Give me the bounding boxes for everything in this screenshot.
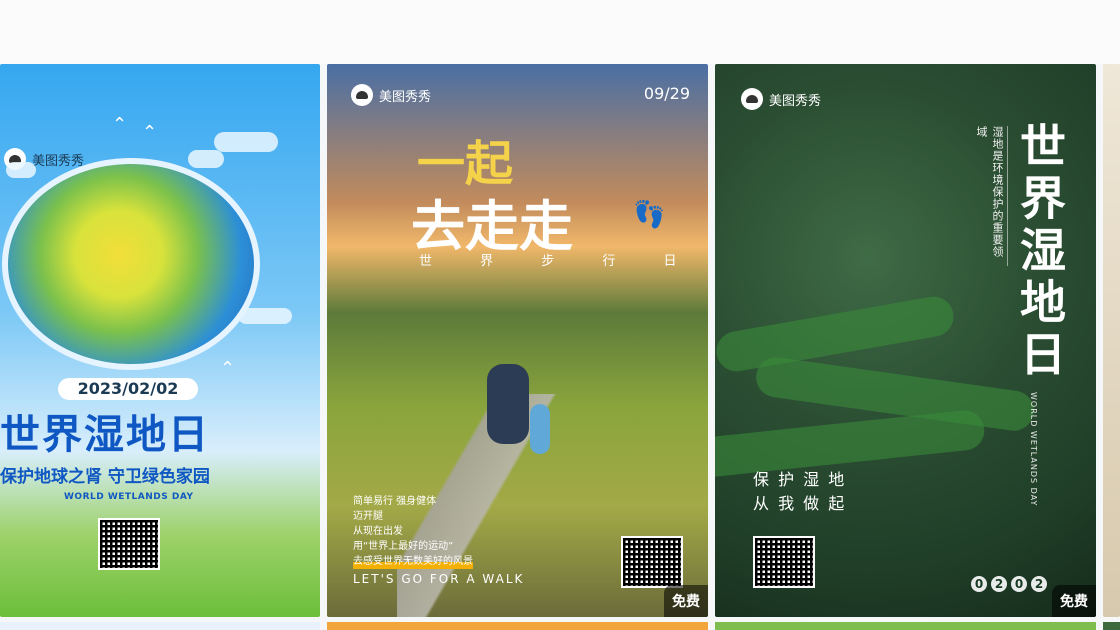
next-row-card-strip[interactable]: [0, 622, 320, 630]
qr-code: [98, 518, 160, 570]
brand-watermark: 美图秀秀: [351, 84, 431, 106]
qr-code: [753, 536, 815, 588]
free-badge[interactable]: 免费: [1052, 585, 1096, 617]
poster-text-block: 简单易行 强身健体 迈开腿 从现在出发 用“世界上最好的运动” 去感受世界无数美…: [353, 494, 473, 569]
date-digit: 0: [971, 576, 987, 592]
brand-watermark: 美图秀秀: [741, 88, 821, 110]
poster-title: 世界湿地日: [1013, 122, 1067, 382]
child-walker-illustration: [530, 404, 550, 454]
template-card-walk-day[interactable]: 美图秀秀 09/29 一起 去走走 👣 世 界 步 行 日 简单易行 强身健体 …: [327, 64, 708, 617]
footprint-icon: 👣: [633, 200, 666, 230]
slogan-line: 保 护 湿 地: [753, 470, 847, 489]
poster-slogan: 保 护 湿 地 从 我 做 起: [753, 468, 846, 516]
vertical-note: 湿地是环境保护的重要领域: [973, 126, 1008, 266]
fern-leaf-illustration: [715, 293, 957, 375]
brand-name: 美图秀秀: [32, 153, 85, 169]
date-digits: 0 2 0 2: [971, 576, 1047, 592]
poster-text-line: 简单易行 强身健体: [353, 496, 437, 507]
slogan-line: 从 我 做 起: [753, 494, 847, 513]
poster-text-line: 去感受世界无数美好的风景: [353, 554, 473, 569]
brand-name: 美图秀秀: [769, 93, 822, 109]
template-card-partial[interactable]: [1103, 64, 1120, 617]
date-digit: 0: [1011, 576, 1027, 592]
date-digit: 2: [1031, 576, 1047, 592]
template-card-wetlands-earth[interactable]: 美图秀秀 ⌃ ⌃ ⌃ 2023/02/02 世界湿地日 保护地球之肾 守卫绿色家…: [0, 64, 320, 617]
next-row-card-strip[interactable]: [327, 622, 708, 630]
poster-date: 09/29: [643, 84, 690, 103]
cloud-icon: [6, 162, 36, 178]
template-card-wetlands-forest[interactable]: 美图秀秀 湿地是环境保护的重要领域 世界湿地日 WORLD WETLANDS D…: [715, 64, 1096, 617]
poster-english-title: LET'S GO FOR A WALK: [353, 572, 525, 586]
free-badge[interactable]: 免费: [664, 585, 708, 617]
poster-subtitle: 世 界 步 行 日: [419, 254, 699, 269]
bird-icon: ⌃: [142, 122, 158, 143]
bird-icon: ⌃: [220, 358, 236, 379]
next-row-card-strip[interactable]: [1103, 622, 1120, 630]
poster-text-line: 用“世界上最好的运动”: [353, 541, 454, 552]
meitu-logo-icon: [741, 88, 763, 110]
top-bar: [0, 0, 1120, 64]
cloud-icon: [188, 150, 224, 168]
cloud-icon: [214, 132, 278, 152]
bird-icon: ⌃: [112, 114, 128, 135]
adult-walker-illustration: [487, 364, 529, 444]
earth-illustration: [2, 158, 260, 370]
next-row-card-strip[interactable]: [715, 622, 1096, 630]
qr-code: [621, 536, 683, 588]
date-digit: 2: [991, 576, 1007, 592]
poster-english-title: WORLD WETLANDS DAY: [64, 492, 194, 502]
poster-title: 世界湿地日: [0, 412, 210, 458]
poster-text-line: 迈开腿: [353, 511, 383, 522]
poster-text-line: 从现在出发: [353, 526, 403, 537]
meitu-logo-icon: [351, 84, 373, 106]
date-pill: 2023/02/02: [58, 378, 198, 400]
poster-subtitle: 保护地球之肾 守卫绿色家园: [0, 467, 210, 487]
poster-english-title: WORLD WETLANDS DAY: [1029, 392, 1038, 507]
brand-name: 美图秀秀: [379, 89, 432, 105]
